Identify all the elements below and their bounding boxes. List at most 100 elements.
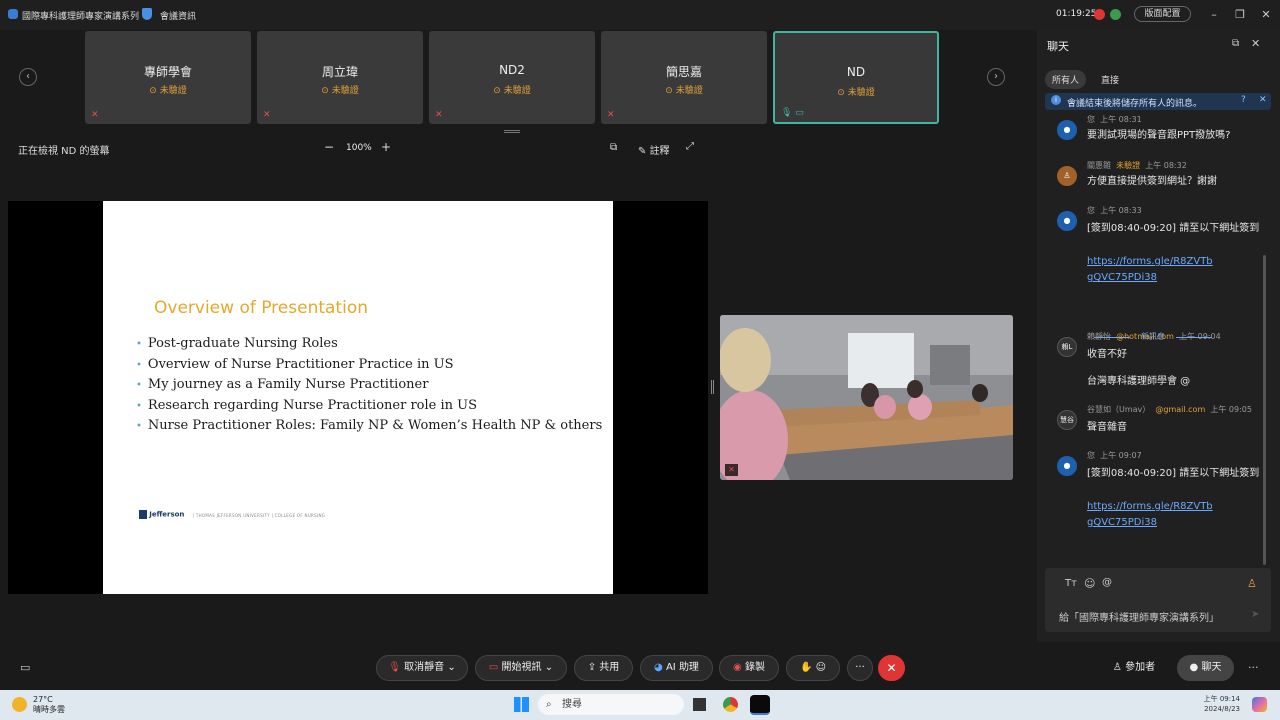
muted-mic-icon: ✕ xyxy=(263,110,271,120)
footer-logo-text: Jefferson xyxy=(149,510,185,519)
tab-all[interactable]: 所有人 xyxy=(1045,70,1087,89)
chat-panel: 聊天 ⧉ ✕ 所有人 直接 i 會議結束後將儲存所有人的訊息。 ? ✕ ● 您 … xyxy=(1037,30,1280,642)
tab-direct[interactable]: 直接 xyxy=(1094,70,1126,89)
help-icon[interactable]: ? xyxy=(1241,95,1246,105)
ai-icon: ◕ xyxy=(654,662,663,673)
strip-prev-button[interactable]: ‹ xyxy=(19,68,37,86)
info-icon: i xyxy=(1051,95,1061,105)
chat-compose-box[interactable]: Tт ☺ @ ♙ 給「國際專科護理師專家演講系列」 ➤ xyxy=(1045,568,1271,632)
record-icon: ◉ xyxy=(733,662,742,673)
chat-bubble-icon: ● xyxy=(1057,456,1077,476)
ai-assistant-button[interactable]: ◕ AI 助理 xyxy=(640,655,713,681)
strip-next-button[interactable]: › xyxy=(987,68,1005,86)
chat-icon: ● xyxy=(1189,662,1199,673)
share-button[interactable]: ⇪ 共用 xyxy=(574,655,633,681)
system-clock[interactable]: 上午 09:14 2024/8/23 xyxy=(1194,694,1240,714)
layout-button[interactable]: 版面配置 xyxy=(1134,6,1191,22)
minimize-icon[interactable]: – xyxy=(1204,8,1224,21)
unverified-badge: ⊙ 未驗證 xyxy=(149,86,187,96)
unverified-badge: ⊙ 未驗證 xyxy=(837,88,875,98)
view-toolbar: 正在檢視 ND 的螢幕 − 100% + ⧉ ✎ 註釋 ⤢ xyxy=(0,138,720,160)
close-chat-icon[interactable]: ✕ xyxy=(1251,37,1260,50)
weather-widget[interactable]: 27°C 晴時多雲 xyxy=(33,695,65,715)
meeting-info-link[interactable]: 會議資訊 xyxy=(160,9,196,22)
mention-icon[interactable]: @ xyxy=(1102,577,1112,588)
taskbar-search[interactable]: ⌕ 搜尋 xyxy=(538,694,684,715)
zoom-out-button[interactable]: − xyxy=(324,140,334,154)
emoji-icon[interactable]: ☺ xyxy=(1084,577,1095,590)
avatar: 賴L xyxy=(1057,337,1077,357)
participant-tile[interactable]: 專師學會 ⊙ 未驗證 ✕ xyxy=(85,31,251,124)
participant-tile[interactable]: ND ⊙ 未驗證 🎙︎ ▭ xyxy=(773,31,939,124)
send-icon[interactable]: ➤ xyxy=(1251,609,1259,620)
mic-off-icon: 🎙︎ xyxy=(388,662,401,673)
save-notice-banner: i 會議結束後將儲存所有人的訊息。 ? ✕ xyxy=(1045,93,1271,110)
copilot-icon[interactable] xyxy=(1252,697,1267,712)
muted-mic-icon: ✕ xyxy=(725,464,738,476)
unmute-button[interactable]: 🎙︎ 取消靜音 ⌄ xyxy=(376,655,468,681)
chat-button[interactable]: ● 聊天 xyxy=(1177,655,1234,681)
participants-button[interactable]: ♙ 參加者 xyxy=(1100,655,1168,681)
message-text: 台灣專科護理師學會 @ xyxy=(1087,376,1191,387)
recipient-icon[interactable]: ♙ xyxy=(1247,577,1257,590)
record-button[interactable]: ◉ 錄製 xyxy=(719,655,779,681)
slide-bullet: • Research regarding Nurse Practitioner r… xyxy=(136,397,478,413)
footer-text: | THOMAS JEFFERSON UNIVERSITY | COLLEGE … xyxy=(192,512,326,518)
task-view-icon[interactable] xyxy=(693,698,706,711)
video-off-icon: ▭ xyxy=(488,662,499,673)
more-options-button[interactable]: ··· xyxy=(847,655,873,681)
text-format-icon[interactable]: Tт xyxy=(1065,578,1077,589)
chat-scrollbar[interactable] xyxy=(1263,255,1266,565)
slide-bullet: • Nurse Practitioner Roles: Family NP & W… xyxy=(136,418,603,433)
participant-tile[interactable]: 周立瑋 ⊙ 未驗證 ✕ xyxy=(257,31,423,124)
recording-indicator-icon xyxy=(1094,9,1105,20)
popout-icon[interactable]: ⧉ xyxy=(1232,38,1239,49)
weather-icon[interactable] xyxy=(12,697,27,712)
participant-video[interactable]: ✕ xyxy=(720,315,1013,480)
unverified-badge: ⊙ 未驗證 xyxy=(321,86,359,96)
participant-name: 周立瑋 xyxy=(321,65,358,79)
slide-bullet: • My journey as a Family Nurse Practition… xyxy=(136,377,429,392)
windows-start-icon[interactable] xyxy=(514,697,529,712)
participant-name: 專師學會 xyxy=(143,65,192,79)
participant-tile[interactable]: ND2 ⊙ 未驗證 ✕ xyxy=(429,31,595,124)
presentation-slide: Overview of Presentation • Post-graduate … xyxy=(103,201,613,594)
participant-name: ND2 xyxy=(499,63,525,77)
connection-indicator-icon xyxy=(1110,9,1121,20)
classroom-video-image xyxy=(720,315,1013,480)
resize-handle[interactable] xyxy=(504,130,520,133)
slide-footer: Jefferson | THOMAS JEFFERSON UNIVERSITY … xyxy=(139,510,325,519)
maximize-icon[interactable]: ❐ xyxy=(1230,8,1250,21)
fullscreen-icon[interactable]: ⤢ xyxy=(686,141,694,152)
chat-input-placeholder[interactable]: 給「國際專科護理師專家演講系列」 xyxy=(1059,609,1219,624)
captions-icon[interactable]: ▭ xyxy=(20,661,30,674)
unverified-badge: ⊙ 未驗證 xyxy=(665,86,703,96)
zoom-in-button[interactable]: + xyxy=(381,140,391,154)
message-meta: 谷慧如（Umav） @gmail.com 上午 09:05 xyxy=(1087,405,1252,414)
muted-mic-icon: ✕ xyxy=(607,110,615,120)
shield-icon[interactable] xyxy=(142,8,152,20)
webex-taskbar-icon[interactable] xyxy=(750,695,770,715)
unverified-badge: ⊙ 未驗證 xyxy=(493,86,531,96)
screen-options-icon[interactable]: ⧉ xyxy=(610,142,617,153)
leave-meeting-button[interactable]: ✕ xyxy=(878,655,905,681)
muted-mic-icon: ✕ xyxy=(91,110,99,120)
start-video-button[interactable]: ▭ 開始視訊 ⌄ xyxy=(475,655,567,681)
participant-tile[interactable]: 簡思嘉 ⊙ 未驗證 ✕ xyxy=(601,31,767,124)
message-text: [簽到08:40-09:20] 請至以下網址簽到 xyxy=(1087,223,1260,234)
chrome-icon[interactable] xyxy=(723,697,738,712)
close-notice-icon[interactable]: ✕ xyxy=(1259,95,1267,105)
webex-logo-icon xyxy=(8,9,18,19)
message-text: 方便直接提供簽到網址？謝謝 xyxy=(1087,176,1217,187)
signin-link[interactable]: https://forms.gle/R8ZVTbgQVC75PDi38 xyxy=(1087,254,1217,286)
chat-bubble-icon: ● xyxy=(1057,211,1077,231)
message-meta: 您 上午 08:33 xyxy=(1087,206,1142,215)
title-bar: 國際專科護理師專家演講系列 會議資訊 01:19:25 版面配置 – ❐ ✕ xyxy=(0,0,1280,30)
annotate-button[interactable]: ✎ 註釋 xyxy=(638,142,670,157)
shared-screen[interactable]: Overview of Presentation • Post-graduate … xyxy=(8,201,708,594)
splitter-handle[interactable] xyxy=(711,380,714,394)
more-icon[interactable]: ··· xyxy=(1248,661,1259,674)
signin-link[interactable]: https://forms.gle/R8ZVTbgQVC75PDi38 xyxy=(1087,499,1217,531)
close-window-icon[interactable]: ✕ xyxy=(1256,8,1276,21)
reactions-button[interactable]: ✋ ☺ xyxy=(786,655,840,681)
